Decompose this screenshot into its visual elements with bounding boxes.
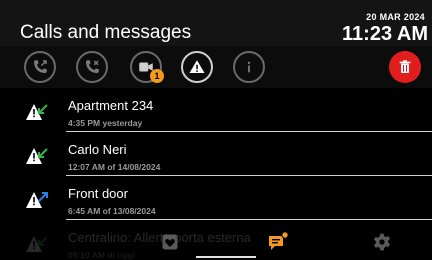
page-title: Calls and messages [20, 22, 192, 43]
video-count-badge: 1 [150, 69, 164, 83]
alert-icon [189, 60, 205, 73]
item-timestamp: 4:35 PM yesterday [68, 118, 143, 128]
alert-incoming-icon [26, 104, 48, 120]
filter-alerts-button[interactable] [181, 51, 213, 83]
filter-info-button[interactable] [233, 51, 265, 83]
filter-toolbar: 1 [0, 46, 432, 88]
bottom-navigation [0, 224, 432, 260]
item-timestamp: 12:07 AM of 14/08/2024 [68, 162, 161, 172]
home-indicator [196, 256, 256, 258]
missed-call-icon [34, 60, 47, 73]
filter-rejected-calls-button[interactable] [76, 51, 108, 83]
delete-button[interactable] [389, 51, 421, 83]
item-name: Carlo Neri [68, 142, 127, 157]
date-display: 20 MAR 2024 [366, 12, 425, 22]
heart-icon [162, 234, 178, 250]
nav-messages-button[interactable] [266, 230, 290, 254]
trash-icon [399, 60, 411, 73]
nav-settings-button[interactable] [370, 230, 394, 254]
item-name: Front door [68, 186, 128, 201]
alert-incoming-icon [26, 148, 48, 164]
alert-outgoing-icon [26, 192, 48, 208]
list-item[interactable]: Apartment 234 4:35 PM yesterday [0, 88, 432, 132]
filter-video-messages-button[interactable]: 1 [130, 51, 164, 83]
time-display: 11:23 AM [342, 23, 428, 45]
item-timestamp: 6:45 AM of 13/08/2024 [68, 206, 156, 216]
nav-favorites-button[interactable] [158, 230, 182, 254]
header-bar: Calls and messages 20 MAR 2024 11:23 AM [0, 0, 432, 46]
item-name: Apartment 234 [68, 98, 154, 113]
gear-icon [374, 233, 390, 251]
message-notification-icon [269, 231, 289, 250]
rejected-call-icon [86, 60, 99, 73]
list-item[interactable]: Front door 6:45 AM of 13/08/2024 [0, 176, 432, 220]
info-icon [247, 61, 251, 73]
list-item[interactable]: Carlo Neri 12:07 AM of 14/08/2024 [0, 132, 432, 176]
filter-missed-calls-button[interactable] [24, 51, 56, 83]
